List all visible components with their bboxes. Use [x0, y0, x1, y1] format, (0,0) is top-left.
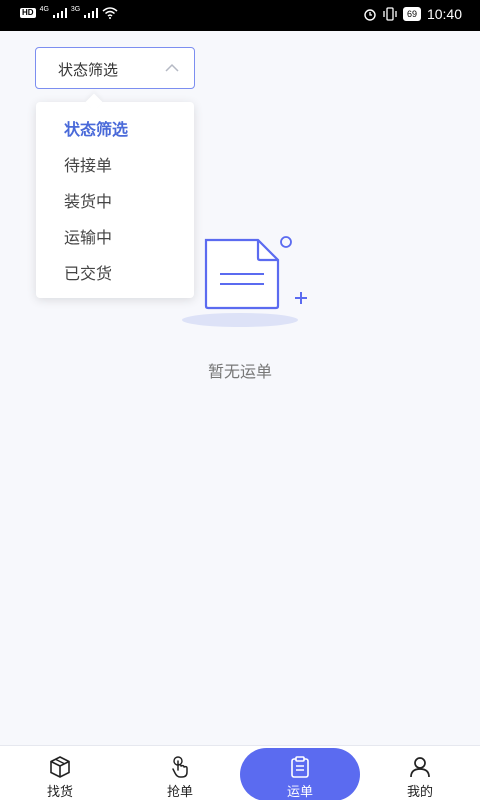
status-filter-dropdown: 状态筛选 待接单 装货中 运输中 已交货: [36, 93, 194, 298]
hd-badge: HD: [20, 8, 36, 18]
tab-find-goods[interactable]: 找货: [0, 746, 120, 800]
box-icon: [50, 756, 70, 778]
chevron-up-icon: [165, 63, 179, 72]
empty-document-icon: [182, 236, 307, 327]
clipboard-icon: [291, 756, 309, 778]
user-icon: [410, 757, 430, 778]
tab-grab-order[interactable]: 抢单: [120, 746, 240, 800]
alarm-icon: [364, 9, 376, 21]
dropdown-option-delivered[interactable]: 已交货: [64, 260, 112, 284]
status-right: 69 10:40: [363, 6, 462, 22]
wifi-icon: [102, 7, 118, 19]
tab-waybill[interactable]: 运单: [240, 746, 360, 800]
bottom-tab-bar: 找货 抢单 运单 我的: [0, 745, 480, 800]
tab-mine[interactable]: 我的: [360, 746, 480, 800]
vibrate-icon: [383, 7, 397, 21]
dropdown-option-all[interactable]: 状态筛选: [64, 116, 128, 140]
dropdown-option-pending[interactable]: 待接单: [64, 152, 112, 176]
dropdown-option-loading[interactable]: 装货中: [64, 188, 112, 212]
empty-state-text: 暂无运单: [207, 362, 272, 381]
tab-label: 我的: [406, 785, 433, 800]
dropdown-arrow: [85, 93, 103, 111]
dropdown-option-in-transit[interactable]: 运输中: [64, 224, 112, 248]
clock: 10:40: [426, 6, 462, 22]
tab-label: 抢单: [166, 785, 193, 800]
signal-icon: [84, 8, 99, 18]
status-left: HD 4G 3G: [20, 5, 118, 19]
status-filter-label: 状态筛选: [58, 61, 119, 79]
network-label-1: 4G: [39, 5, 49, 13]
signal-icon: [52, 8, 67, 18]
battery-indicator: 69: [402, 7, 421, 21]
tab-label: 运单: [286, 785, 313, 800]
hand-tap-icon: [172, 756, 188, 778]
status-bar: HD 4G 3G 69 10:40: [0, 0, 480, 31]
network-label-2: 3G: [70, 5, 81, 13]
tab-label: 找货: [46, 785, 73, 800]
status-filter-select[interactable]: 状态筛选: [35, 47, 195, 89]
